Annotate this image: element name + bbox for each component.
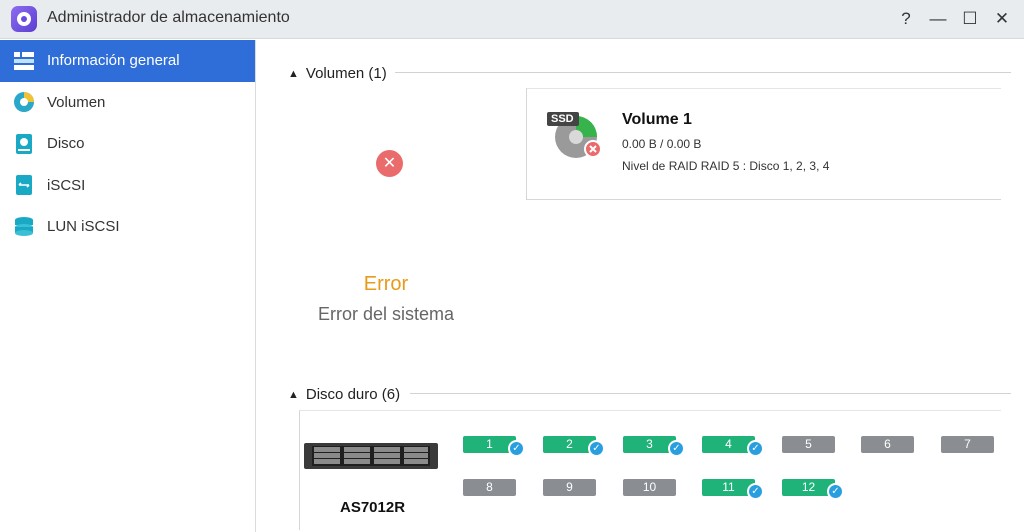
disk-slot-label: 11 — [722, 480, 735, 494]
device-model: AS7012R — [340, 499, 406, 516]
error-icon: ✕ — [376, 150, 403, 177]
disk-slot-1[interactable]: 1 ✓ — [463, 436, 525, 457]
check-icon: ✓ — [588, 440, 605, 457]
sidebar-item-lun-iscsi[interactable]: LUN iSCSI — [0, 206, 255, 248]
sidebar-item-label: Disco — [47, 135, 85, 153]
sidebar-item-label: Información general — [47, 52, 180, 70]
disk-slot-7[interactable]: 7 — [941, 436, 994, 453]
disk-slot-11[interactable]: 11 ✓ — [702, 479, 764, 500]
sidebar: Información general Volumen Disco iSCSI — [0, 40, 256, 532]
disk-slot-label: 12 — [801, 480, 816, 494]
check-icon: ✓ — [668, 440, 685, 457]
disk-slot-label: 9 — [566, 480, 573, 494]
disk-section-title: Disco duro (6) — [305, 386, 401, 403]
disk-slot-3[interactable]: 3 ✓ — [623, 436, 685, 457]
volume-card[interactable]: SSD Volume 1 0.00 B / 0.00 B Nivel de RA… — [526, 88, 1001, 200]
check-icon: ✓ — [508, 440, 525, 457]
volume-icon — [14, 92, 34, 113]
disk-slot-label: 8 — [486, 480, 493, 494]
sidebar-item-disk[interactable]: Disco — [0, 123, 255, 165]
disk-slot-12[interactable]: 12 ✓ — [782, 479, 844, 500]
disk-slot-label: 7 — [964, 437, 971, 451]
disk-slot-10[interactable]: 10 — [623, 479, 676, 496]
disk-slot-label: 4 — [725, 437, 732, 451]
sidebar-item-volume[interactable]: Volumen — [0, 82, 255, 124]
lun-icon — [15, 216, 33, 236]
disk-section-toggle[interactable]: ▲ Disco duro (6) — [288, 386, 400, 403]
disk-slot-2[interactable]: 2 ✓ — [543, 436, 605, 457]
sidebar-item-overview[interactable]: Información general — [0, 40, 255, 82]
storage-manager-app-icon — [11, 6, 37, 32]
disk-slot-9[interactable]: 9 — [543, 479, 596, 496]
disk-panel: AS7012R — [299, 410, 1001, 530]
volume-name: Volume 1 — [622, 111, 692, 128]
disk-slot-4[interactable]: 4 ✓ — [702, 436, 764, 457]
disk-slot-label: 1 — [486, 437, 493, 451]
sidebar-item-label: Volumen — [47, 93, 106, 111]
disk-slot-8[interactable]: 8 — [463, 479, 516, 496]
check-icon: ✓ — [747, 483, 764, 500]
section-divider — [410, 393, 1011, 394]
disk-slot-label: 3 — [646, 437, 653, 451]
volume-section-toggle[interactable]: ▲ Volumen (1) — [288, 65, 387, 82]
disk-icon — [16, 133, 32, 154]
chevron-up-icon: ▲ — [288, 388, 299, 401]
disk-slot-label: 10 — [642, 480, 657, 494]
section-divider — [395, 72, 1011, 73]
sidebar-item-iscsi[interactable]: iSCSI — [0, 165, 255, 207]
nas-device-image — [304, 443, 438, 469]
disk-slot-6[interactable]: 6 — [861, 436, 914, 453]
volume-size: 0.00 B / 0.00 B — [622, 137, 702, 151]
check-icon: ✓ — [827, 483, 844, 500]
disk-slot-label: 6 — [884, 437, 891, 451]
maximize-button[interactable]: ☐ — [959, 8, 981, 30]
disk-slot-5[interactable]: 5 — [782, 436, 835, 453]
ssd-badge: SSD — [551, 113, 574, 125]
sidebar-item-label: LUN iSCSI — [47, 218, 120, 236]
help-button[interactable]: ? — [895, 8, 917, 30]
volume-raid-level: Nivel de RAID RAID 5 : Disco 1, 2, 3, 4 — [622, 159, 830, 173]
sidebar-item-label: iSCSI — [47, 176, 86, 194]
window-title: Administrador de almacenamiento — [47, 9, 290, 26]
disk-slot-label: 2 — [566, 437, 573, 451]
overview-icon — [14, 51, 34, 70]
volume-status-description: Error del sistema — [317, 304, 455, 324]
minimize-button[interactable]: — — [927, 8, 949, 30]
iscsi-icon — [16, 175, 32, 196]
chevron-up-icon: ▲ — [288, 67, 299, 80]
title-bar: Administrador de almacenamiento ? — ☐ ✕ — [0, 0, 1024, 39]
volume-section-title: Volumen (1) — [305, 65, 387, 82]
close-button[interactable]: ✕ — [991, 8, 1013, 30]
volume-status: Error — [363, 273, 409, 295]
disk-slot-label: 5 — [805, 437, 812, 451]
check-icon: ✓ — [747, 440, 764, 457]
